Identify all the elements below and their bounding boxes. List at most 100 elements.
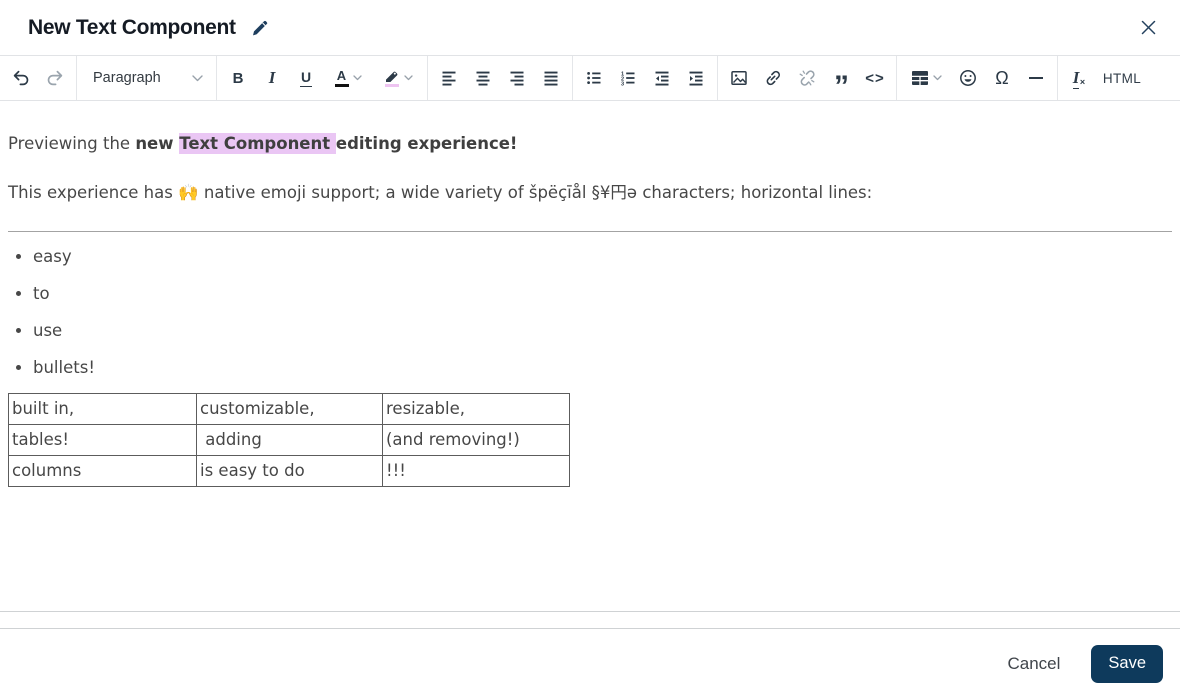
text-highlighted: Text Component — [179, 133, 336, 154]
table-cell[interactable]: columns — [8, 454, 197, 487]
align-left-button[interactable] — [432, 60, 466, 96]
redo-icon — [47, 70, 63, 86]
toolbar-group-insert: ” <> — [718, 56, 896, 102]
text-bold: new — [135, 134, 180, 153]
toolbar-group-alignment — [428, 56, 572, 100]
paragraph-intro: Previewing the new Text Component editin… — [8, 133, 1172, 156]
bulleted-list-icon — [587, 72, 601, 84]
paragraph-style-value: Paragraph — [93, 70, 161, 86]
undo-button[interactable] — [4, 60, 38, 96]
text-component-modal: New Text Component Paragraph B I U A 1 2… — [0, 0, 1180, 698]
save-button[interactable]: Save — [1091, 644, 1163, 683]
highlight-icon — [384, 69, 400, 87]
toolbar-group-history — [0, 56, 76, 100]
text-bold: editing experience! — [335, 134, 518, 153]
insert-table-button[interactable] — [901, 60, 951, 96]
chevron-down-icon — [403, 75, 413, 81]
list-item: bullets! — [33, 356, 1172, 379]
svg-text:3: 3 — [621, 81, 624, 87]
bold-icon: B — [232, 69, 244, 87]
chevron-down-icon — [192, 74, 203, 82]
chevron-down-icon — [352, 75, 362, 81]
highlight-button[interactable] — [373, 60, 423, 96]
align-center-button[interactable] — [466, 60, 500, 96]
indent-button[interactable] — [679, 60, 713, 96]
outdent-button[interactable] — [645, 60, 679, 96]
redo-button[interactable] — [38, 60, 72, 96]
table-row: tables! adding (and removing!) — [8, 423, 570, 456]
raising-hands-emoji: 🙌 — [178, 182, 199, 202]
table-cell[interactable]: resizable, — [382, 392, 570, 425]
link-icon — [766, 70, 780, 86]
table-icon — [911, 71, 928, 85]
table-cell[interactable]: built in, — [8, 392, 197, 425]
editor-content-area[interactable]: Previewing the new Text Component editin… — [0, 101, 1180, 612]
pencil-icon[interactable] — [249, 17, 271, 39]
emoji-button[interactable] — [951, 60, 985, 96]
italic-icon: I — [268, 68, 276, 87]
special-characters-button[interactable]: Ω — [985, 60, 1019, 96]
align-right-icon — [510, 71, 524, 86]
indent-icon — [689, 71, 703, 86]
horizontal-line-icon — [1029, 77, 1043, 79]
numbered-list-button[interactable]: 1 2 3 — [611, 60, 645, 96]
editor-toolbar: Paragraph B I U A 1 2 3 ” <> Ω I × HTML — [0, 55, 1180, 102]
toolbar-group-source: I × HTML — [1058, 56, 1152, 100]
align-center-icon — [476, 71, 490, 86]
modal-footer: Cancel Save — [0, 628, 1180, 698]
table-cell[interactable]: !!! — [382, 454, 570, 487]
align-left-icon — [442, 71, 456, 86]
block-quote-button[interactable]: ” — [824, 60, 858, 102]
image-icon — [731, 71, 747, 85]
code-icon: <> — [865, 69, 885, 87]
table-cell[interactable]: adding — [196, 423, 383, 456]
toolbar-group-text-style: B I U A — [217, 56, 427, 100]
table-cell[interactable]: tables! — [8, 423, 197, 456]
unlink-button[interactable] — [790, 60, 824, 96]
table-cell[interactable]: customizable, — [196, 392, 383, 425]
remove-format-icon: I × — [1072, 67, 1086, 89]
link-button[interactable] — [756, 60, 790, 96]
list-item: easy — [33, 245, 1172, 268]
code-button[interactable]: <> — [858, 60, 892, 96]
unlink-icon — [799, 70, 815, 86]
emoji-icon — [960, 70, 976, 86]
bulleted-list-button[interactable] — [577, 60, 611, 96]
table-row: columns is easy to do !!! — [8, 454, 570, 487]
paragraph-style-dropdown[interactable]: Paragraph — [77, 56, 216, 100]
text-normal: This experience has — [8, 182, 179, 202]
paragraph-features: This experience has 🙌 native emoji suppo… — [8, 182, 1172, 205]
list-item: to — [33, 282, 1172, 305]
insert-image-button[interactable] — [722, 60, 756, 96]
underline-button[interactable]: U — [289, 60, 323, 96]
close-icon[interactable] — [1134, 14, 1162, 42]
remove-format-button[interactable]: I × — [1062, 60, 1096, 96]
horizontal-rule — [8, 230, 1172, 232]
align-justify-icon — [544, 71, 558, 86]
text-normal: Previewing the — [8, 134, 136, 153]
align-right-button[interactable] — [500, 60, 534, 96]
table-cell[interactable]: is easy to do — [196, 454, 383, 487]
cancel-button[interactable]: Cancel — [984, 645, 1083, 683]
outdent-icon — [655, 71, 669, 86]
omega-icon: Ω — [995, 67, 1009, 88]
bullet-list: easy to use bullets! — [8, 245, 1172, 379]
toolbar-group-lists: 1 2 3 — [573, 56, 717, 100]
chevron-down-icon — [932, 75, 942, 81]
content-table: built in, customizable, resizable, table… — [8, 392, 570, 487]
font-color-button[interactable]: A — [323, 60, 373, 96]
page-title: New Text Component — [28, 15, 236, 39]
numbered-list-icon: 1 2 3 — [621, 71, 635, 87]
modal-header: New Text Component — [0, 0, 1180, 55]
footer-gap — [0, 612, 1180, 628]
font-color-icon: A — [334, 69, 349, 87]
horizontal-line-button[interactable] — [1019, 60, 1053, 96]
toolbar-group-objects: Ω — [897, 56, 1057, 100]
align-justify-button[interactable] — [534, 60, 568, 96]
bold-button[interactable]: B — [221, 60, 255, 96]
italic-button[interactable]: I — [255, 60, 289, 96]
list-item: use — [33, 319, 1172, 342]
table-row: built in, customizable, resizable, — [8, 392, 570, 425]
table-cell[interactable]: (and removing!) — [382, 423, 570, 456]
html-source-button[interactable]: HTML — [1096, 60, 1148, 96]
